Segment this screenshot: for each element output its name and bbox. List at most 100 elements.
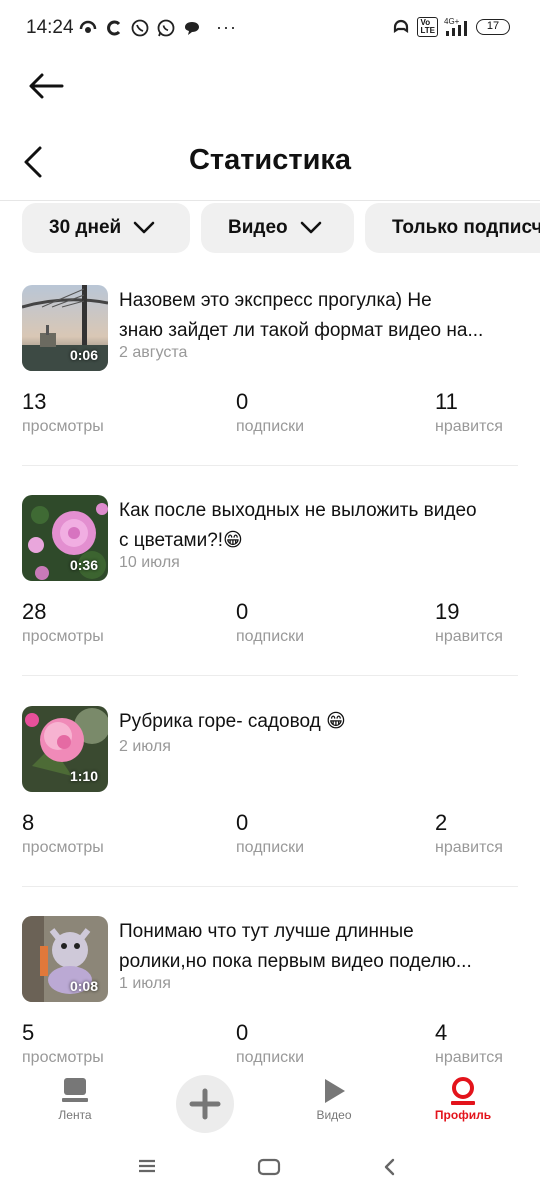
likes-stat: 11 нравится: [435, 389, 503, 439]
likes-label: нравится: [435, 839, 503, 856]
filter-subscribers-chip[interactable]: Только подписчики: [365, 203, 540, 253]
add-video-button[interactable]: [176, 1075, 234, 1133]
video-duration: 0:06: [69, 347, 98, 363]
video-duration: 1:10: [69, 768, 98, 784]
filter-type-chip[interactable]: Видео: [201, 203, 354, 253]
subscriptions-label: подписки: [236, 628, 305, 645]
likes-value: 4: [435, 1020, 448, 1045]
subscriptions-value: 0: [236, 599, 249, 624]
views-value: 5: [22, 1020, 35, 1045]
video-duration: 0:36: [69, 557, 98, 573]
nav-feed[interactable]: Лента: [30, 1076, 120, 1122]
status-bar: 14:24 ··· Vo LTE 4G+ 17: [0, 0, 540, 58]
likes-stat: 2 нравится: [435, 810, 503, 860]
video-title-line: Понимаю что тут лучше длинные: [119, 921, 414, 942]
filter-type-label: Видео: [228, 217, 288, 238]
back-arrow-icon[interactable]: [26, 68, 66, 104]
status-time: 14:24: [26, 17, 74, 38]
likes-label: нравится: [435, 628, 503, 645]
chevron-down-icon: [300, 221, 321, 234]
subscriptions-value: 0: [236, 1020, 249, 1045]
filter-period-label: 30 дней: [49, 217, 122, 238]
video-title-line: Как после выходных не выложить видео: [119, 500, 477, 521]
title-bar: Статистика: [0, 130, 540, 194]
likes-value: 2: [435, 810, 448, 835]
item-divider: [22, 675, 518, 676]
notification-icons: ···: [78, 17, 237, 38]
video-thumbnail[interactable]: 1:10: [22, 706, 108, 792]
likes-stat: 4 нравится: [435, 1020, 503, 1070]
whatsapp-icon: [157, 19, 175, 36]
nav-feed-label: Лента: [58, 1108, 92, 1122]
subscriptions-stat: 0 подписки: [236, 1020, 304, 1070]
nav-video[interactable]: Видео: [289, 1076, 379, 1122]
system-status-icons: Vo LTE 4G+ 17: [391, 17, 510, 37]
nav-video-label: Видео: [316, 1108, 352, 1122]
video-date: 2 августа: [119, 344, 188, 361]
home-icon[interactable]: [257, 1158, 281, 1181]
likes-label: нравится: [435, 418, 503, 435]
item-divider: [22, 465, 518, 466]
video-thumbnail[interactable]: 0:36: [22, 495, 108, 581]
viber-icon: [131, 19, 149, 36]
video-date: 2 июля: [119, 738, 171, 755]
views-stat: 13 просмотры: [22, 389, 104, 439]
video-stat-item[interactable]: 0:36 Как после выходных не выложить виде…: [22, 495, 518, 705]
views-stat: 28 просмотры: [22, 599, 104, 649]
subscriptions-label: подписки: [236, 1049, 305, 1066]
views-value: 8: [22, 810, 35, 835]
video-duration: 0:08: [69, 978, 98, 994]
header-divider: [0, 200, 540, 201]
views-label: просмотры: [22, 1049, 104, 1066]
video-date: 10 июля: [119, 554, 180, 571]
subscriptions-stat: 0 подписки: [236, 389, 304, 439]
nav-profile[interactable]: Профиль: [418, 1076, 508, 1122]
plus-icon: [189, 1088, 221, 1120]
video-thumbnail[interactable]: 0:08: [22, 916, 108, 1002]
more-notifications-icon: ···: [216, 17, 237, 37]
views-value: 28: [22, 599, 47, 624]
filter-period-chip[interactable]: 30 дней: [22, 203, 190, 253]
video-title[interactable]: Назовем это экспресс прогулка) Не знаю з…: [119, 286, 519, 346]
views-label: просмотры: [22, 839, 104, 856]
subscriptions-stat: 0 подписки: [236, 599, 304, 649]
video-stat-item[interactable]: 1:10 Рубрика горе- садовод 😁 2 июля 8 пр…: [22, 706, 518, 916]
views-value: 13: [22, 389, 47, 414]
video-title-line: Назовем это экспресс прогулка) Не: [119, 290, 432, 311]
nav-profile-label: Профиль: [434, 1108, 492, 1122]
video-thumbnail[interactable]: 0:06: [22, 285, 108, 371]
video-title[interactable]: Понимаю что тут лучше длинные ролики,но …: [119, 917, 519, 977]
system-back-icon[interactable]: [382, 1158, 398, 1181]
signal-icon: 4G+: [444, 17, 467, 36]
likes-label: нравится: [435, 1049, 503, 1066]
filter-bar: 30 дней Видео Только подписчики: [22, 203, 540, 253]
views-stat: 5 просмотры: [22, 1020, 104, 1070]
c-app-icon: [107, 20, 121, 35]
video-title[interactable]: Как после выходных не выложить видео с ц…: [119, 496, 519, 556]
battery-indicator: 17: [476, 19, 510, 35]
views-label: просмотры: [22, 418, 104, 435]
menu-icon[interactable]: [137, 1158, 157, 1179]
views-label: просмотры: [22, 628, 104, 645]
alarm-icon: [394, 19, 409, 34]
filter-subscribers-label: Только подписчики: [392, 217, 540, 238]
video-title-line: с цветами?!😁: [119, 530, 243, 551]
volte-icon: Vo LTE: [417, 17, 438, 37]
play-icon: [325, 1079, 345, 1103]
subscriptions-stat: 0 подписки: [236, 810, 304, 860]
chevron-down-icon: [133, 221, 155, 234]
subscriptions-value: 0: [236, 389, 249, 414]
video-title[interactable]: Рубрика горе- садовод 😁: [119, 707, 519, 737]
subscriptions-label: подписки: [236, 418, 305, 435]
likes-value: 19: [435, 599, 460, 624]
likes-value: 11: [435, 389, 458, 414]
bottom-navigation: Лента Видео Профиль: [0, 1068, 540, 1138]
item-divider: [22, 886, 518, 887]
profile-icon: [451, 1077, 475, 1105]
views-stat: 8 просмотры: [22, 810, 104, 860]
video-stat-item[interactable]: 0:06 Назовем это экспресс прогулка) Не з…: [22, 285, 518, 495]
hotspot-icon: [79, 20, 97, 33]
likes-stat: 19 нравится: [435, 599, 503, 649]
system-navigation-bar: [0, 1140, 540, 1200]
subscriptions-label: подписки: [236, 839, 305, 856]
